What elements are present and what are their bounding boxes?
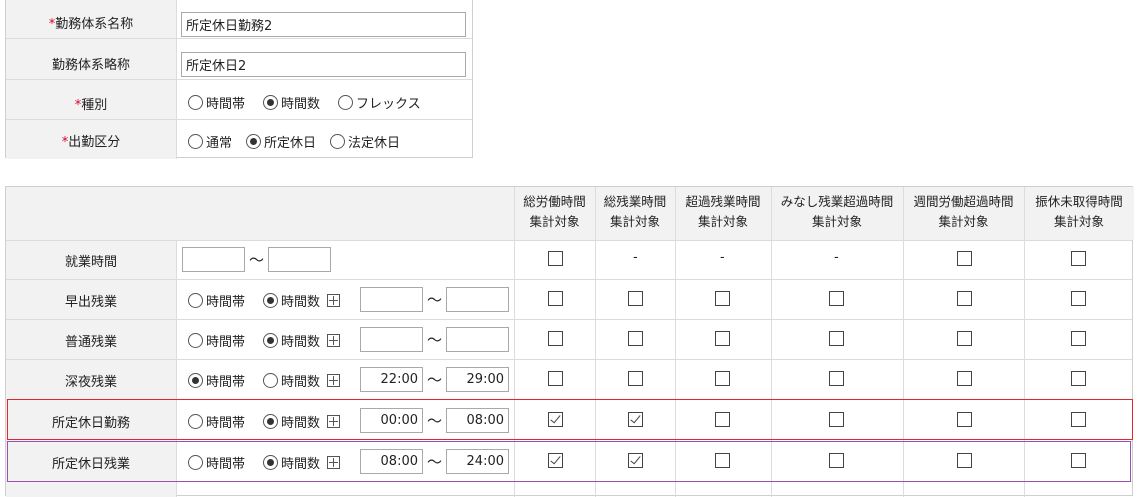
mode-option-timeband[interactable]: 時間帯 [188, 371, 245, 390]
type-option-hours[interactable]: 時間数 [263, 93, 320, 112]
early-overtime-mode-group: 時間帯 時間数 [188, 291, 341, 310]
form-label-attendance: *出勤区分 [61, 135, 121, 150]
header-deemed-overtime-excess: みなし残業超過時間 集計対象 [780, 194, 894, 229]
early-overtime-checkbox-2[interactable] [628, 291, 643, 306]
night-overtime-checkbox-4[interactable] [829, 371, 844, 386]
highlight-box-holiday-work [7, 399, 1133, 440]
attendance-radio-group: 通常 所定休日 法定休日 [188, 132, 400, 151]
range-tilde: 〜 [427, 291, 443, 309]
radio-icon[interactable] [188, 134, 203, 149]
type-option-flex[interactable]: フレックス [338, 93, 421, 112]
night-overtime-checkbox-1[interactable] [548, 371, 563, 386]
radio-icon[interactable] [330, 134, 346, 149]
header-total-overtime: 総残業時間 集計対象 [603, 194, 667, 229]
normal-overtime-checkbox-3[interactable] [715, 331, 730, 346]
not-applicable-dash: - [633, 250, 638, 265]
expand-plus-icon[interactable] [327, 334, 341, 347]
night-overtime-checkbox-6[interactable] [1071, 371, 1086, 386]
header-excess-overtime: 超過残業時間 集計対象 [685, 194, 761, 229]
attendance-option-normal[interactable]: 通常 [188, 132, 232, 151]
mode-option-hours[interactable]: 時間数 [263, 291, 341, 310]
work-hours-substitute-checkbox[interactable] [1071, 251, 1086, 266]
attendance-option-legal-holiday[interactable]: 法定休日 [330, 132, 400, 151]
night-overtime-to-input[interactable] [446, 367, 509, 392]
night-overtime-checkbox-3[interactable] [715, 371, 730, 386]
early-overtime-checkbox-5[interactable] [957, 291, 972, 306]
range-tilde: 〜 [249, 251, 265, 269]
mode-option-hours[interactable]: 時間数 [263, 331, 341, 350]
normal-overtime-checkbox-1[interactable] [548, 331, 563, 346]
night-overtime-checkbox-2[interactable] [628, 371, 643, 386]
basic-settings-form: *勤務体系名称 勤務体系略称 *種別 *出勤区分 時間帯 時間数 フレックス 通… [5, 0, 473, 159]
row-label-work-hours: 就業時間 [64, 255, 117, 270]
not-applicable-dash: - [834, 250, 839, 265]
radio-selected-icon[interactable] [188, 373, 203, 388]
work-hours-from-input[interactable] [182, 247, 245, 272]
header-total-work-time: 総労働時間 集計対象 [523, 194, 586, 229]
normal-overtime-checkbox-2[interactable] [628, 331, 643, 346]
normal-overtime-checkbox-4[interactable] [829, 331, 844, 346]
normal-overtime-checkbox-6[interactable] [1071, 331, 1086, 346]
form-label-name: *勤務体系名称 [48, 17, 134, 32]
early-overtime-checkbox-4[interactable] [829, 291, 844, 306]
early-overtime-checkbox-6[interactable] [1071, 291, 1086, 306]
early-overtime-to-input[interactable] [446, 287, 509, 312]
radio-selected-icon[interactable] [263, 293, 279, 308]
work-hours-total-work-checkbox[interactable] [548, 251, 563, 266]
work-system-abbr-input[interactable] [181, 52, 466, 77]
mode-option-timeband[interactable]: 時間帯 [188, 331, 245, 350]
row-label-normal-overtime: 普通残業 [64, 335, 117, 350]
mode-option-hours[interactable]: 時間数 [263, 371, 341, 390]
radio-icon[interactable] [188, 333, 203, 348]
attendance-option-scheduled-holiday[interactable]: 所定休日 [246, 132, 316, 151]
highlight-box-holiday-overtime [7, 441, 1131, 482]
radio-icon[interactable] [188, 95, 203, 110]
expand-plus-icon[interactable] [327, 374, 341, 387]
early-overtime-checkbox-3[interactable] [715, 291, 730, 306]
radio-icon[interactable] [338, 95, 354, 110]
row-label-early-overtime: 早出残業 [64, 295, 117, 310]
header-weekly-work-excess: 週間労働超過時間 集計対象 [913, 194, 1014, 229]
normal-overtime-mode-group: 時間帯 時間数 [188, 331, 341, 350]
radio-selected-icon[interactable] [246, 134, 262, 149]
expand-plus-icon[interactable] [327, 294, 341, 307]
form-label-abbr: 勤務体系略称 [51, 58, 130, 73]
radio-selected-icon[interactable] [263, 333, 279, 348]
early-overtime-from-input[interactable] [360, 287, 423, 312]
mode-option-timeband[interactable]: 時間帯 [188, 291, 245, 310]
row-label-night-overtime: 深夜残業 [64, 375, 117, 390]
night-overtime-from-input[interactable] [360, 367, 423, 392]
radio-selected-icon[interactable] [263, 95, 279, 110]
type-radio-group: 時間帯 時間数 フレックス [188, 93, 421, 112]
normal-overtime-from-input[interactable] [360, 327, 423, 352]
normal-overtime-checkbox-5[interactable] [957, 331, 972, 346]
radio-icon[interactable] [188, 293, 203, 308]
header-untaken-substitute-holiday: 振休未取得時間 集計対象 [1035, 194, 1123, 229]
form-label-type: *種別 [74, 98, 108, 113]
work-hours-weekly-checkbox[interactable] [957, 251, 972, 266]
work-hours-to-input[interactable] [268, 247, 331, 272]
early-overtime-checkbox-1[interactable] [548, 291, 563, 306]
type-option-timeband[interactable]: 時間帯 [188, 93, 245, 112]
work-system-name-input[interactable] [181, 12, 466, 37]
range-tilde: 〜 [427, 331, 443, 349]
range-tilde: 〜 [427, 371, 443, 389]
night-overtime-mode-group: 時間帯 時間数 [188, 371, 341, 390]
not-applicable-dash: - [720, 250, 725, 265]
night-overtime-checkbox-5[interactable] [957, 371, 972, 386]
radio-icon[interactable] [263, 373, 279, 388]
normal-overtime-to-input[interactable] [446, 327, 509, 352]
